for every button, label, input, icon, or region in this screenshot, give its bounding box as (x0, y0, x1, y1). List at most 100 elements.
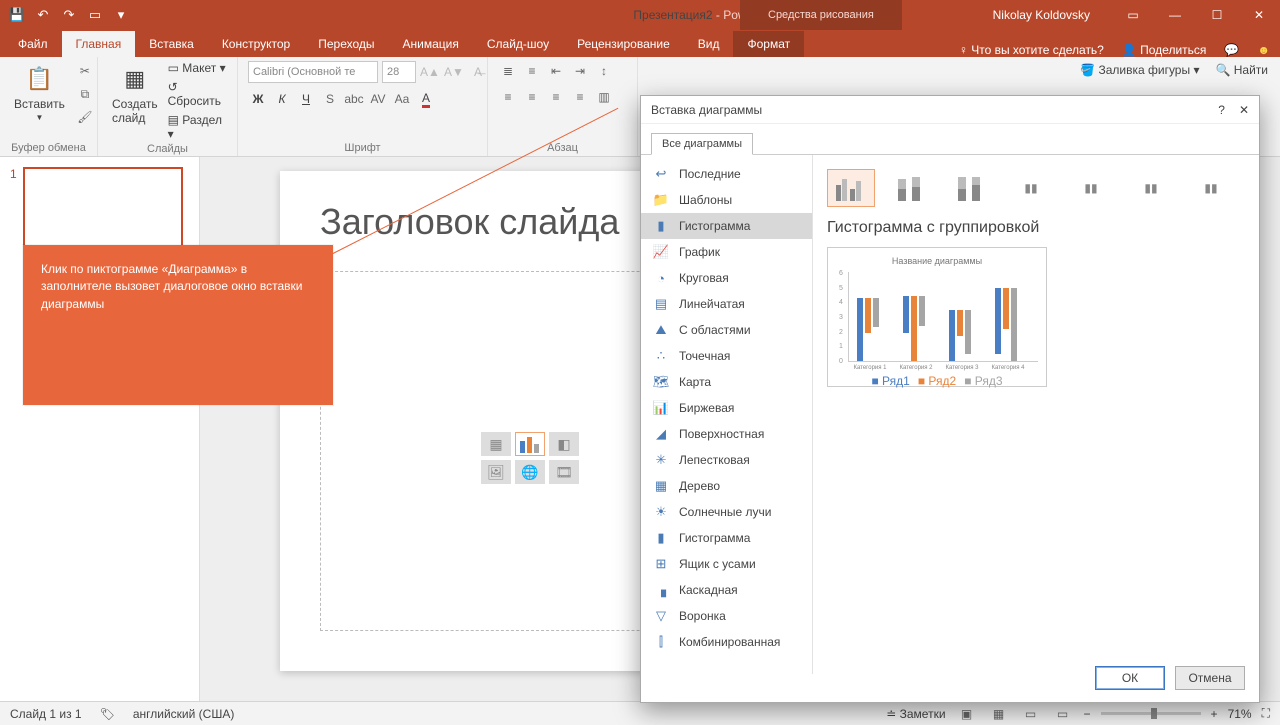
category-item[interactable]: ▮Гистограмма (641, 213, 812, 239)
zoom-out-icon[interactable]: − (1084, 707, 1091, 721)
subtype-stacked-column[interactable] (887, 169, 935, 207)
close-icon[interactable]: ✕ (1238, 0, 1280, 30)
category-item[interactable]: ∴Точечная (641, 343, 812, 369)
category-item[interactable]: ↩Последние (641, 161, 812, 187)
category-item[interactable]: ▮Гистограмма (641, 525, 812, 551)
slideshow-view-icon[interactable]: ▭ (1052, 705, 1074, 723)
subtype-3d-clustered[interactable]: ▮▮ (1007, 169, 1055, 207)
qat-dropdown-icon[interactable]: ▾ (110, 4, 132, 26)
find-button[interactable]: 🔍 Найти (1215, 63, 1268, 77)
case-icon[interactable]: Aa (392, 89, 412, 109)
subtype-3d-100[interactable]: ▮▮ (1127, 169, 1175, 207)
insert-smartart-icon[interactable]: ◧ (549, 432, 579, 456)
insert-online-picture-icon[interactable]: 🌐 (515, 460, 545, 484)
chart-preview[interactable]: Название диаграммы 0123456Категория 1Кат… (827, 247, 1047, 387)
tab-animations[interactable]: Анимация (389, 31, 473, 57)
cut-icon[interactable]: ✂ (75, 61, 95, 81)
fit-to-window-icon[interactable]: ⛶ (1262, 706, 1270, 721)
signed-in-user[interactable]: Nikolay Koldovsky (993, 0, 1090, 30)
underline-icon[interactable]: Ч (296, 89, 316, 109)
line-spacing-icon[interactable]: ↕ (594, 61, 614, 81)
paste-button[interactable]: 📋 Вставить▼ (10, 61, 69, 124)
tab-all-charts[interactable]: Все диаграммы (651, 133, 753, 155)
italic-icon[interactable]: К (272, 89, 292, 109)
decrease-font-icon[interactable]: A▼ (444, 62, 464, 82)
bold-icon[interactable]: Ж (248, 89, 268, 109)
share-button[interactable]: 👤 Поделиться (1122, 43, 1207, 57)
notes-button[interactable]: ≐ Заметки (886, 707, 945, 721)
category-item[interactable]: ▗Каскадная (641, 577, 812, 603)
category-item[interactable]: ▦Дерево (641, 473, 812, 499)
language-status[interactable]: английский (США) (133, 707, 234, 721)
zoom-in-icon[interactable]: + (1211, 707, 1218, 721)
minimize-icon[interactable]: — (1154, 0, 1196, 30)
save-icon[interactable]: 💾 (6, 4, 28, 26)
indent-dec-icon[interactable]: ⇤ (546, 61, 566, 81)
undo-icon[interactable]: ↶ (32, 4, 54, 26)
category-item[interactable]: ✳Лепестковая (641, 447, 812, 473)
insert-table-icon[interactable]: ▦ (481, 432, 511, 456)
category-item[interactable]: 🗺Карта (641, 369, 812, 395)
start-slideshow-icon[interactable]: ▭ (84, 4, 106, 26)
sorter-view-icon[interactable]: ▦ (988, 705, 1010, 723)
section-button[interactable]: ▤ Раздел ▾ (168, 113, 227, 141)
tab-format[interactable]: Формат (733, 31, 804, 57)
category-item[interactable]: 📈График (641, 239, 812, 265)
shape-fill-button[interactable]: 🪣 Заливка фигуры ▾ (1080, 63, 1199, 77)
subtype-100-stacked[interactable] (947, 169, 995, 207)
font-name-box[interactable]: Calibri (Основной те (248, 61, 378, 83)
strike-icon[interactable]: S (320, 89, 340, 109)
zoom-level[interactable]: 71% (1228, 707, 1252, 721)
category-item[interactable]: ⫿Комбинированная (641, 629, 812, 655)
category-item[interactable]: 📊Биржевая (641, 395, 812, 421)
tab-view[interactable]: Вид (684, 31, 734, 57)
spellcheck-icon[interactable]: 🏷 (100, 707, 115, 721)
ok-button[interactable]: ОК (1095, 666, 1165, 690)
dialog-close-icon[interactable]: ✕ (1239, 103, 1249, 117)
numbering-icon[interactable]: ≡ (522, 61, 542, 81)
new-slide-button[interactable]: ▦ Создать слайд (108, 61, 162, 127)
maximize-icon[interactable]: ☐ (1196, 0, 1238, 30)
tab-transitions[interactable]: Переходы (304, 31, 388, 57)
indent-inc-icon[interactable]: ⇥ (570, 61, 590, 81)
align-center-icon[interactable]: ≡ (522, 87, 542, 107)
feedback-icon[interactable]: 💬 (1224, 43, 1239, 57)
tab-insert[interactable]: Вставка (135, 31, 208, 57)
category-item[interactable]: ◔Круговая (641, 265, 812, 291)
category-item[interactable]: ▤Линейчатая (641, 291, 812, 317)
justify-icon[interactable]: ≡ (570, 87, 590, 107)
ribbon-options-icon[interactable]: ▭ (1112, 0, 1154, 30)
shadow-icon[interactable]: abc (344, 89, 364, 109)
insert-picture-icon[interactable]: 🖼 (481, 460, 511, 484)
columns-icon[interactable]: ▥ (594, 87, 614, 107)
bullets-icon[interactable]: ≣ (498, 61, 518, 81)
tab-home[interactable]: Главная (62, 31, 136, 57)
tab-slideshow[interactable]: Слайд-шоу (473, 31, 563, 57)
subtype-clustered-column[interactable] (827, 169, 875, 207)
tab-file[interactable]: Файл (4, 31, 62, 57)
increase-font-icon[interactable]: A▲ (420, 62, 440, 82)
spacing-icon[interactable]: AV (368, 89, 388, 109)
reset-button[interactable]: ↺ Сбросить (168, 80, 227, 108)
redo-icon[interactable]: ↷ (58, 4, 80, 26)
reading-view-icon[interactable]: ▭ (1020, 705, 1042, 723)
align-left-icon[interactable]: ≡ (498, 87, 518, 107)
cancel-button[interactable]: Отмена (1175, 666, 1245, 690)
zoom-slider[interactable] (1101, 712, 1201, 715)
category-item[interactable]: ▽Воронка (641, 603, 812, 629)
clear-format-icon[interactable]: A̶ (468, 62, 488, 82)
subtype-3d-column[interactable]: ▮▮ (1187, 169, 1235, 207)
tab-review[interactable]: Рецензирование (563, 31, 684, 57)
category-item[interactable]: ◢Поверхностная (641, 421, 812, 447)
category-item[interactable]: ⊞Ящик с усами (641, 551, 812, 577)
insert-chart-icon[interactable] (515, 432, 545, 456)
align-right-icon[interactable]: ≡ (546, 87, 566, 107)
tab-design[interactable]: Конструктор (208, 31, 304, 57)
font-color-icon[interactable]: A (416, 89, 436, 109)
layout-button[interactable]: ▭ Макет ▾ (168, 61, 227, 75)
font-size-box[interactable]: 28 (382, 61, 416, 83)
category-item[interactable]: ☀Солнечные лучи (641, 499, 812, 525)
category-item[interactable]: 📁Шаблоны (641, 187, 812, 213)
normal-view-icon[interactable]: ▣ (956, 705, 978, 723)
help-icon[interactable]: ? (1218, 103, 1225, 117)
